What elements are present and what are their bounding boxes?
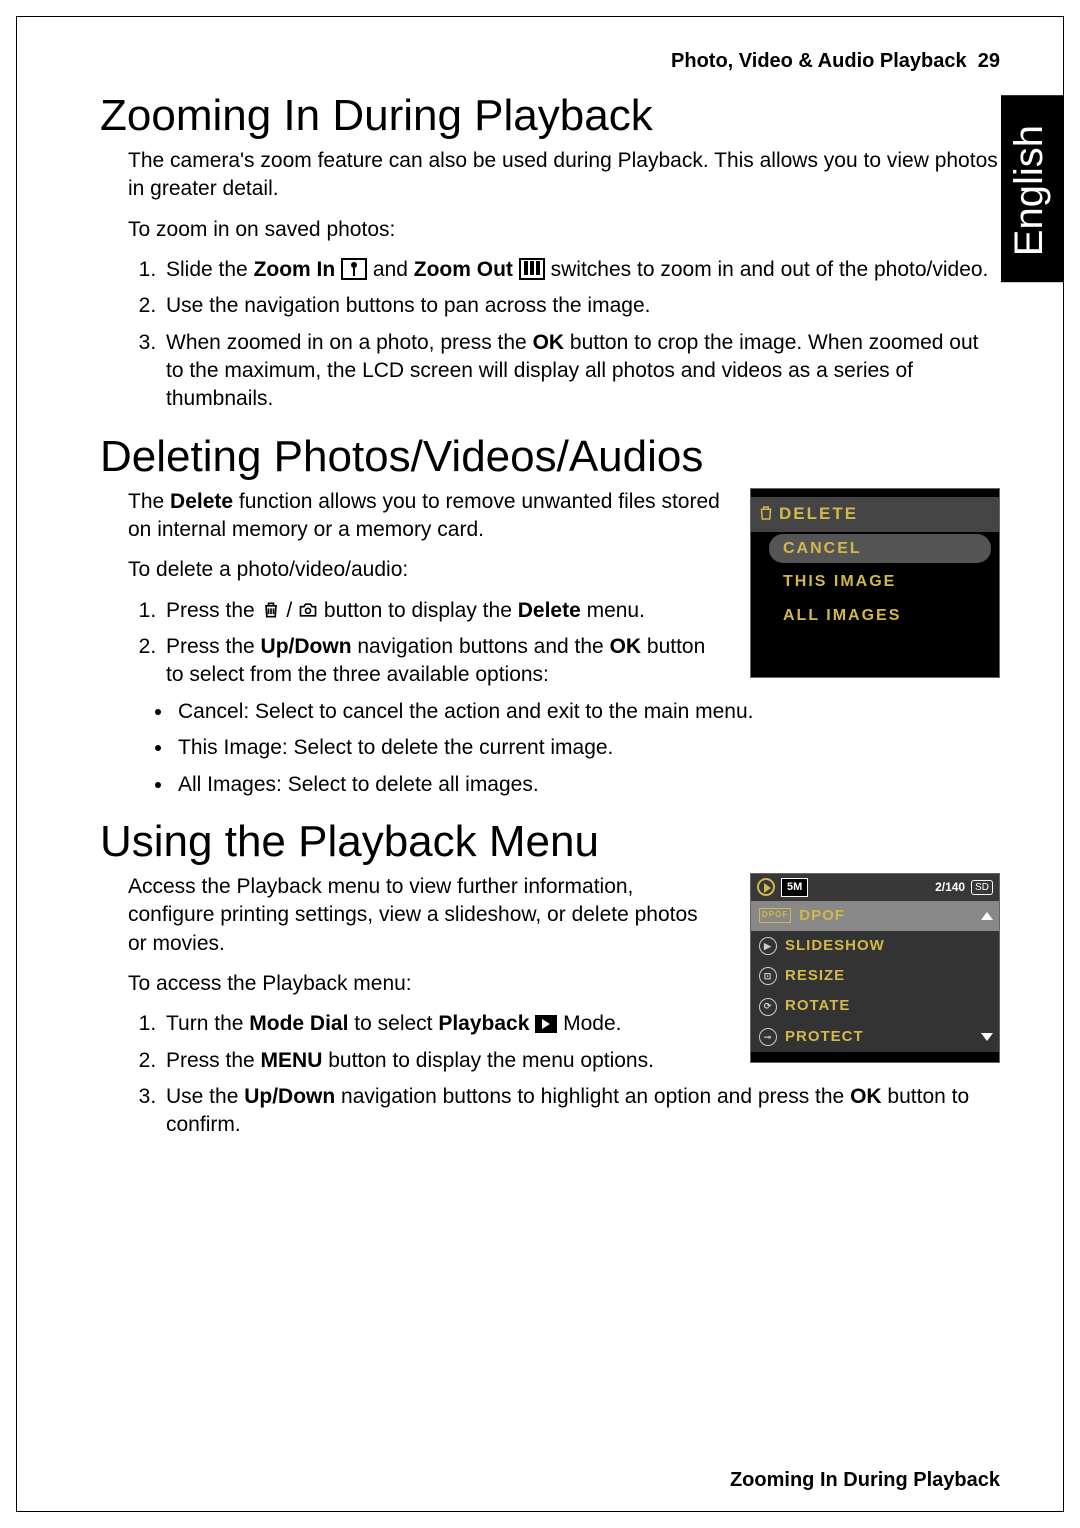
heading-playback-menu: Using the Playback Menu [100,817,1000,867]
delete-intro: The Delete function allows you to remove… [128,488,720,545]
pb-item-slideshow: ▶ SLIDESHOW [751,931,999,961]
playback-lead: To access the Playback menu: [128,970,720,998]
txt: PROTECT [785,1027,864,1047]
txt: menu. [581,599,645,622]
zoom-step-2: Use the navigation buttons to pan across… [162,292,1000,320]
delete-step-1: Press the / button to display the Delete… [162,597,720,625]
txt: RESIZE [785,966,845,986]
txt: navigation buttons and the [352,635,610,658]
bold: OK [610,635,642,658]
delete-step-2: Press the Up/Down navigation buttons and… [162,633,720,690]
up-arrow-icon [981,912,993,920]
camera-icon [298,600,318,620]
slideshow-icon: ▶ [759,937,777,955]
bold: Delete [170,490,233,513]
txt: Slide the [166,258,254,281]
txt: button to display the [324,599,518,622]
pb-item-resize: ⊡ RESIZE [751,961,999,991]
txt: to select [348,1012,438,1035]
bullet-this-image: This Image: Select to delete the current… [174,734,1000,762]
bold: Zoom In [254,258,336,281]
zoom-in-icon [341,258,367,280]
txt: DELETE [779,504,858,523]
playback-menu-screenshot: 5M 2/140 SD DPOF DPOF ▶ SLIDESHOW ⊡ RESI… [750,873,1000,1063]
dpof-icon: DPOF [759,908,791,923]
protect-icon: ⊸ [759,1028,777,1046]
bold: Delete [518,599,581,622]
delete-menu-title: DELETE [751,497,999,532]
txt: Use the [166,1085,244,1108]
txt: DPOF [799,906,845,926]
bold: Zoom Out [414,258,513,281]
bold: OK [533,331,565,354]
txt: Mode. [563,1012,621,1035]
heading-deleting: Deleting Photos/Videos/Audios [100,432,1000,482]
pb-item-dpof: DPOF DPOF [751,901,999,931]
txt: switches to zoom in and out of the photo… [551,258,989,281]
pb-item-rotate: ⟳ ROTATE [751,991,999,1021]
txt: ROTATE [785,996,850,1016]
txt: button to display the menu options. [322,1049,654,1072]
bold: Playback [438,1012,529,1035]
language-tab: English [1001,95,1064,282]
bold: Up/Down [244,1085,335,1108]
txt: Press the [166,599,261,622]
playback-mode-icon [535,1015,557,1033]
zoom-lead: To zoom in on saved photos: [128,216,1000,244]
txt: When zoomed in on a photo, press the [166,331,533,354]
bold: OK [850,1085,882,1108]
zoom-step-1: Slide the Zoom In and Zoom Out switches … [162,256,1000,284]
bold: Mode Dial [249,1012,348,1035]
playback-intro: Access the Playback menu to view further… [128,873,720,958]
trash-icon [757,504,775,522]
delete-menu-screenshot: DELETE CANCEL THIS IMAGE ALL IMAGES [750,488,1000,678]
txt: The [128,490,170,513]
bullet-all-images: All Images: Select to delete all images. [174,771,1000,799]
header-section: Photo, Video & Audio Playback [671,50,967,72]
zoom-step-3: When zoomed in on a photo, press the OK … [162,329,1000,414]
resize-icon: ⊡ [759,967,777,985]
storage-badge: SD [971,880,993,896]
bullet-cancel: Cancel: Select to cancel the action and … [174,698,1000,726]
txt: Press the [166,635,261,658]
delete-option-all-images: ALL IMAGES [751,599,999,633]
bold: MENU [261,1049,323,1072]
page-footer: Zooming In During Playback [730,1469,1000,1492]
trash-icon [261,600,281,620]
playback-top-bar: 5M 2/140 SD [751,874,999,901]
heading-zooming: Zooming In During Playback [100,91,1000,141]
play-icon [757,878,775,896]
delete-option-cancel: CANCEL [769,534,991,564]
txt: Turn the [166,1012,249,1035]
image-count: 2/140 [935,879,965,895]
down-arrow-icon [981,1033,993,1041]
playback-step-1: Turn the Mode Dial to select Playback Mo… [162,1010,720,1038]
playback-step-3: Use the Up/Down navigation buttons to hi… [162,1083,1000,1140]
txt: navigation buttons to highlight an optio… [335,1085,850,1108]
delete-lead: To delete a photo/video/audio: [128,556,720,584]
txt: SLIDESHOW [785,936,885,956]
pb-item-protect: ⊸ PROTECT [751,1022,999,1052]
page-header: Photo, Video & Audio Playback 29 [100,50,1000,73]
txt: and [373,258,414,281]
txt: Press the [166,1049,261,1072]
rotate-icon: ⟳ [759,998,777,1016]
zoom-out-icon [519,258,545,280]
bold: Up/Down [261,635,352,658]
header-page: 29 [978,50,1000,72]
zoom-intro: The camera's zoom feature can also be us… [128,147,1000,204]
delete-option-this-image: THIS IMAGE [751,565,999,599]
playback-step-2: Press the MENU button to display the men… [162,1047,720,1075]
resolution-badge: 5M [781,878,808,897]
